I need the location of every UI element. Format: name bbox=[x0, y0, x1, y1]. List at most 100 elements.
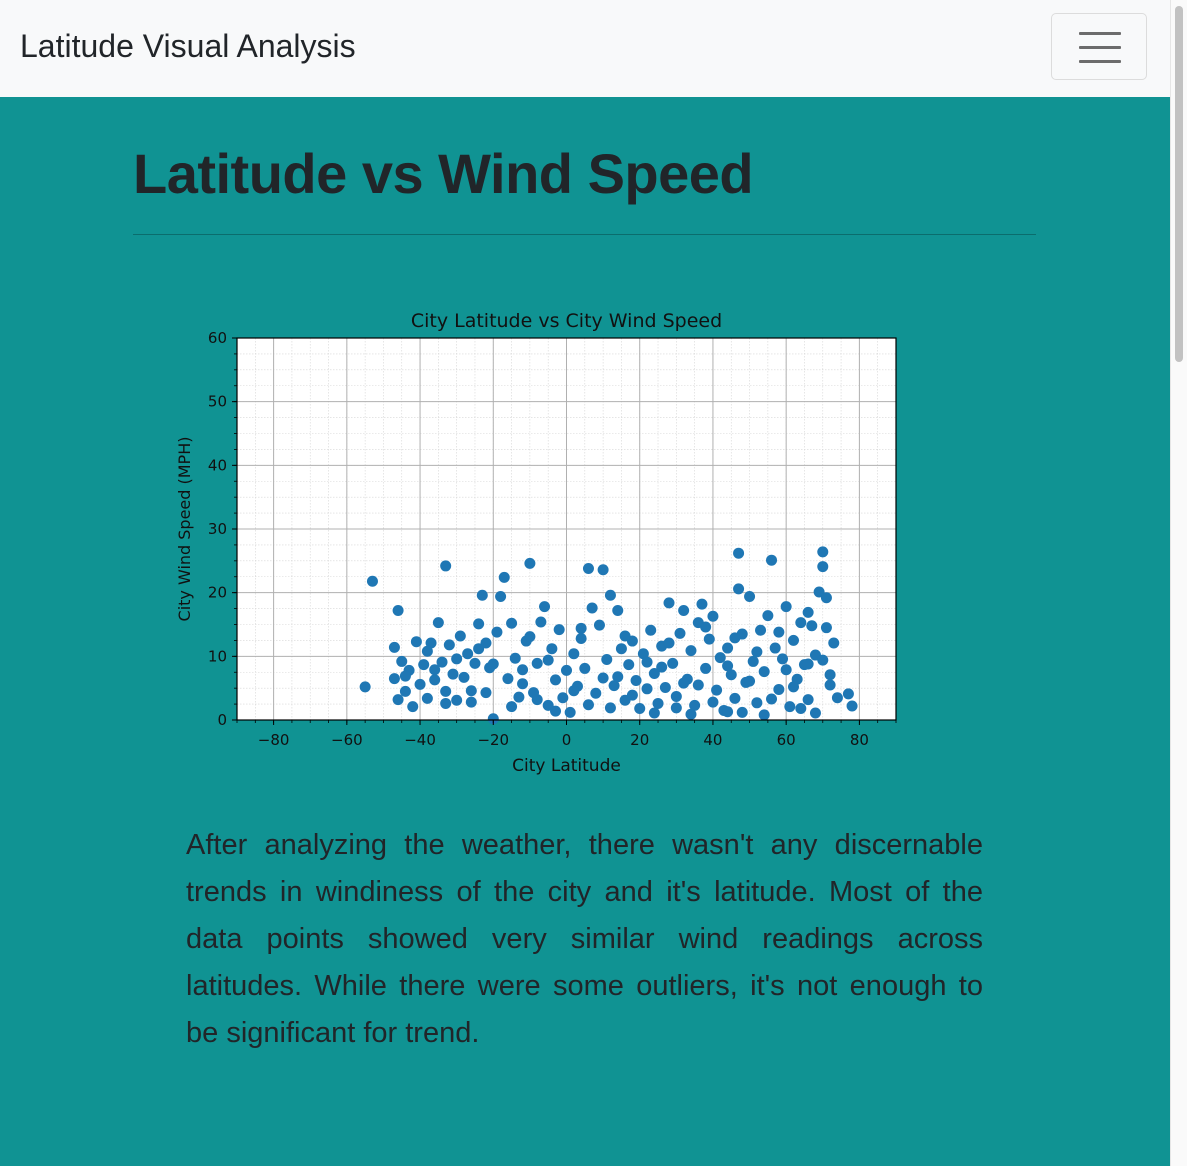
data-point bbox=[711, 684, 723, 696]
data-point bbox=[392, 694, 404, 706]
data-point bbox=[619, 630, 631, 642]
data-point bbox=[692, 679, 704, 691]
x-tick-label: 0 bbox=[562, 731, 572, 749]
x-tick-label: 60 bbox=[777, 731, 796, 749]
data-point bbox=[410, 636, 422, 648]
data-point bbox=[729, 692, 741, 704]
data-point bbox=[597, 564, 609, 576]
data-point bbox=[586, 602, 598, 614]
data-point bbox=[469, 657, 481, 669]
data-point bbox=[626, 689, 638, 701]
x-tick-label: −60 bbox=[331, 731, 363, 749]
navbar-brand[interactable]: Latitude Visual Analysis bbox=[20, 28, 356, 65]
data-point bbox=[670, 702, 682, 714]
data-point bbox=[758, 709, 770, 721]
data-point bbox=[714, 652, 726, 664]
data-point bbox=[744, 675, 756, 687]
hamburger-menu-icon-bar-middle bbox=[1079, 46, 1121, 49]
data-point bbox=[846, 700, 858, 712]
data-point bbox=[817, 654, 829, 666]
chart-title: City Latitude vs City Wind Speed bbox=[411, 310, 722, 332]
data-point bbox=[517, 678, 529, 690]
data-point bbox=[557, 692, 569, 704]
data-point bbox=[451, 694, 463, 706]
vertical-scrollbar[interactable] bbox=[1170, 0, 1187, 1166]
navbar-toggler-button[interactable] bbox=[1051, 13, 1147, 80]
y-tick-label: 40 bbox=[208, 456, 227, 474]
data-point bbox=[733, 583, 745, 595]
data-point bbox=[418, 659, 430, 671]
data-point bbox=[568, 648, 580, 660]
data-point bbox=[828, 637, 840, 649]
data-point bbox=[480, 687, 492, 699]
data-point bbox=[604, 702, 616, 714]
data-point bbox=[615, 643, 627, 655]
data-point bbox=[769, 642, 781, 654]
data-point bbox=[634, 703, 646, 715]
data-point bbox=[506, 701, 518, 713]
analysis-paragraph: After analyzing the weather, there wasn'… bbox=[186, 829, 983, 1049]
data-point bbox=[824, 669, 836, 681]
x-tick-label: 80 bbox=[850, 731, 869, 749]
data-point bbox=[703, 633, 715, 645]
data-point bbox=[831, 692, 843, 704]
data-point bbox=[546, 643, 558, 655]
data-point bbox=[663, 637, 675, 649]
data-point bbox=[842, 688, 854, 700]
scrollbar-thumb[interactable] bbox=[1175, 6, 1183, 362]
data-point bbox=[678, 604, 690, 616]
data-point bbox=[700, 662, 712, 674]
data-point bbox=[729, 632, 741, 644]
data-point bbox=[670, 690, 682, 702]
data-point bbox=[414, 678, 426, 690]
data-point bbox=[535, 616, 547, 628]
data-point bbox=[458, 671, 470, 683]
data-point bbox=[429, 664, 441, 676]
data-point bbox=[645, 624, 657, 636]
data-point bbox=[568, 685, 580, 697]
data-point bbox=[780, 664, 792, 676]
hamburger-menu-icon-bar-bottom bbox=[1079, 60, 1121, 63]
y-tick-label: 0 bbox=[217, 711, 227, 729]
data-point bbox=[784, 701, 796, 713]
data-point bbox=[359, 681, 371, 693]
data-point bbox=[513, 691, 525, 703]
data-point bbox=[407, 701, 419, 713]
data-point bbox=[593, 619, 605, 631]
x-tick-label: 40 bbox=[703, 731, 722, 749]
data-point bbox=[465, 685, 477, 697]
data-point bbox=[491, 626, 503, 638]
data-point bbox=[590, 687, 602, 699]
data-point bbox=[707, 696, 719, 708]
data-point bbox=[630, 675, 642, 687]
data-point bbox=[820, 622, 832, 634]
x-tick-label: −80 bbox=[258, 731, 290, 749]
data-point bbox=[531, 657, 543, 669]
data-point bbox=[806, 620, 818, 632]
chart-svg: −80 −60 −40 −20 0 20 40 60 80 0 10 20 30 40 50 60 City L… bbox=[175, 310, 897, 776]
data-point bbox=[539, 601, 551, 613]
data-point bbox=[531, 694, 543, 706]
data-point bbox=[597, 672, 609, 684]
data-point bbox=[659, 682, 671, 694]
data-point bbox=[601, 654, 613, 666]
data-point bbox=[641, 683, 653, 695]
data-point bbox=[550, 705, 562, 717]
data-point bbox=[517, 664, 529, 676]
data-point bbox=[432, 617, 444, 629]
data-point bbox=[751, 697, 763, 709]
x-tick-label: −40 bbox=[404, 731, 436, 749]
data-point bbox=[700, 621, 712, 633]
data-point bbox=[454, 630, 466, 642]
data-point bbox=[663, 597, 675, 609]
data-point bbox=[696, 598, 708, 610]
data-point bbox=[506, 617, 518, 629]
y-tick-label: 50 bbox=[208, 393, 227, 411]
title-divider bbox=[133, 234, 1036, 235]
data-point bbox=[820, 592, 832, 604]
data-point bbox=[751, 646, 763, 658]
data-point bbox=[451, 653, 463, 665]
data-point bbox=[443, 639, 455, 651]
data-point bbox=[509, 652, 521, 664]
data-point bbox=[747, 655, 759, 667]
